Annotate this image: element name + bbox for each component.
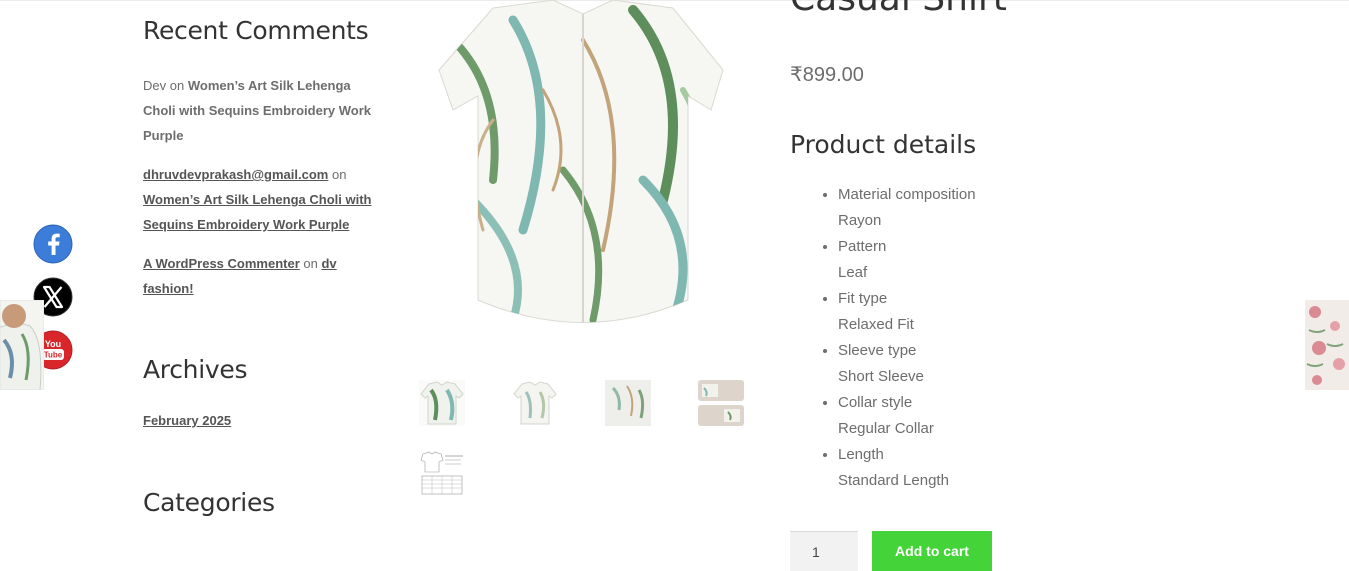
- comment-on: on: [169, 78, 185, 93]
- categories-title: Categories: [143, 488, 275, 517]
- facebook-icon[interactable]: [33, 224, 73, 264]
- comment-author-link[interactable]: dhruvdevprakash@gmail.com: [143, 167, 328, 182]
- comment-author-link[interactable]: A WordPress Commenter: [143, 256, 300, 271]
- comment-on: on: [303, 256, 318, 271]
- detail-label: Pattern: [838, 238, 887, 255]
- product-price: ₹899.00: [790, 64, 864, 86]
- detail-item: Pattern Leaf: [838, 234, 976, 286]
- detail-item: Length Standard Length: [838, 442, 976, 494]
- comment-item: Dev on Women’s Art Silk Lehenga Choli wi…: [143, 73, 373, 148]
- product-details-list: Material composition Rayon Pattern Leaf Fi…: [818, 182, 976, 494]
- thumbnail-2[interactable]: [512, 380, 558, 426]
- detail-item: Sleeve type Short Sleeve: [838, 338, 976, 390]
- detail-item: Material composition Rayon: [838, 182, 976, 234]
- recent-comments-title: Recent Comments: [143, 16, 369, 45]
- product-details-heading: Product details: [790, 130, 977, 159]
- comment-item: dhruvdevprakash@gmail.com on Women’s Art…: [143, 162, 373, 237]
- detail-item: Fit type Relaxed Fit: [838, 286, 976, 338]
- archive-link-february-2025[interactable]: February 2025: [143, 413, 231, 428]
- comment-author: Dev: [143, 78, 167, 93]
- recent-comments-list: Dev on Women’s Art Silk Lehenga Choli wi…: [143, 73, 373, 315]
- detail-item: Collar style Regular Collar: [838, 390, 976, 442]
- thumbnail-1[interactable]: [419, 380, 465, 426]
- comment-item: A WordPress Commenter on dv fashion!: [143, 251, 373, 301]
- add-to-cart-button[interactable]: Add to cart: [872, 531, 992, 571]
- detail-label: Length: [838, 446, 884, 463]
- detail-value: Rayon: [838, 212, 882, 229]
- comment-post-link[interactable]: Women’s Art Silk Lehenga Choli with Sequ…: [143, 192, 371, 232]
- comment-on: on: [331, 167, 347, 182]
- product-title: Casual Shirt: [790, 0, 1007, 19]
- related-product-image-left[interactable]: [0, 300, 44, 390]
- svg-text:Tube: Tube: [44, 351, 63, 360]
- archives-title: Archives: [143, 355, 248, 384]
- svg-text:You: You: [45, 339, 61, 349]
- detail-value: Short Sleeve: [838, 368, 924, 385]
- detail-value: Leaf: [838, 264, 868, 281]
- detail-value: Regular Collar: [838, 420, 934, 437]
- quantity-input[interactable]: [790, 531, 858, 571]
- thumbnail-4[interactable]: [698, 380, 744, 426]
- detail-value: Relaxed Fit: [838, 316, 914, 333]
- detail-label: Material composition: [838, 186, 976, 203]
- detail-label: Fit type: [838, 290, 888, 307]
- product-main-image[interactable]: [433, 0, 729, 338]
- detail-label: Collar style: [838, 394, 913, 411]
- thumbnail-5-size-chart[interactable]: [419, 450, 465, 496]
- related-product-image-right[interactable]: [1305, 300, 1349, 390]
- detail-value: Standard Length: [838, 472, 949, 489]
- thumbnail-3[interactable]: [605, 380, 651, 426]
- detail-label: Sleeve type: [838, 342, 917, 359]
